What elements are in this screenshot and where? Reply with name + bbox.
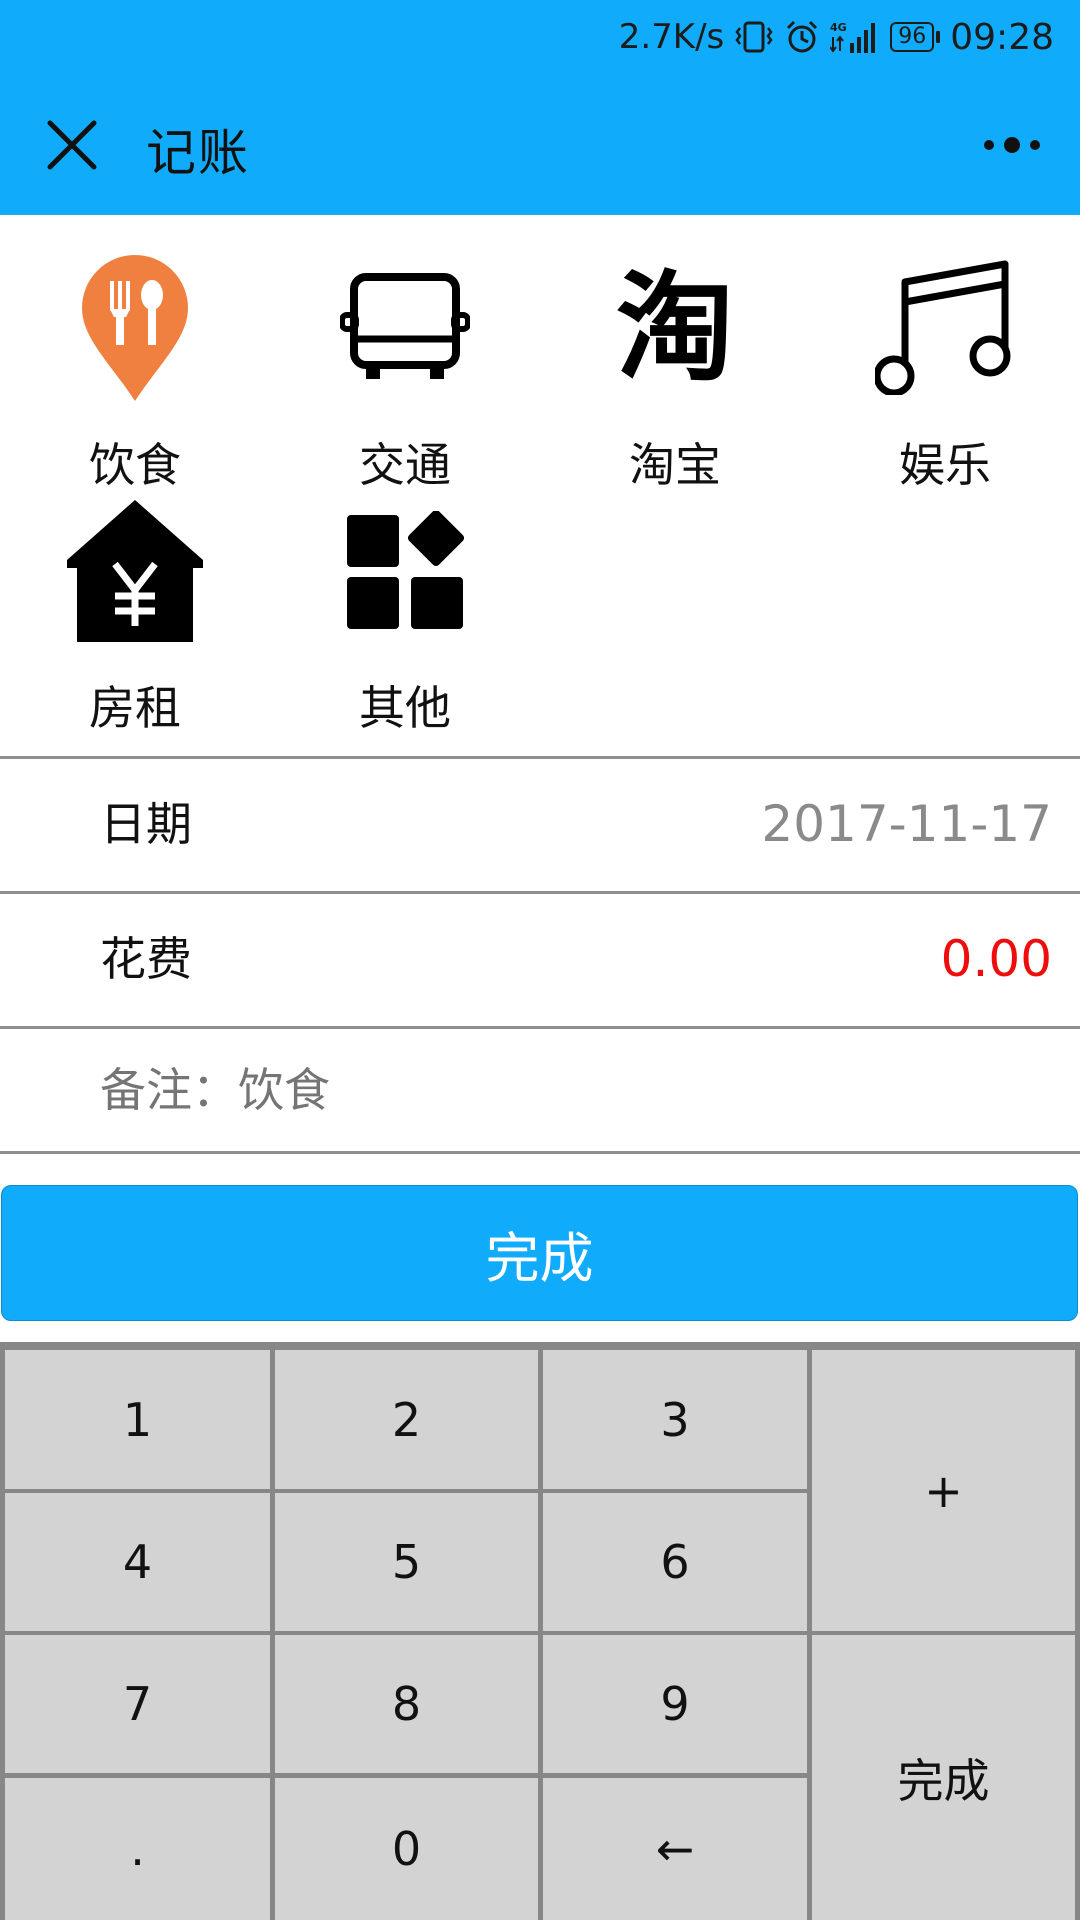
- divider: [0, 891, 1080, 894]
- status-bar: 2.7K/s 4G 96 09:28: [619, 12, 1054, 62]
- key-6[interactable]: 6: [543, 1493, 807, 1631]
- key-3[interactable]: 3: [543, 1350, 807, 1489]
- top-bar: 2.7K/s 4G 96 09:28 记账: [0, 0, 1080, 215]
- key-9[interactable]: 9: [543, 1635, 807, 1773]
- category-rent[interactable]: 房租: [0, 493, 270, 733]
- date-value[interactable]: 2017-11-17: [761, 794, 1052, 854]
- house-yen-icon: [67, 500, 203, 642]
- key-7[interactable]: 7: [5, 1635, 270, 1773]
- done-button[interactable]: 完成: [1, 1185, 1078, 1321]
- category-label: 娱乐: [899, 438, 991, 492]
- category-transport[interactable]: 交通: [270, 250, 540, 490]
- svg-text:4G: 4G: [830, 21, 847, 34]
- category-label: 交通: [359, 438, 451, 492]
- category-grid: 饮食 交通 淘 淘宝 娱乐 房租 其他: [0, 215, 1080, 755]
- net-speed: 2.7K/s: [618, 17, 725, 57]
- page-title: 记账: [146, 124, 250, 182]
- amount-row[interactable]: 花费 0.00: [0, 895, 1080, 1027]
- category-other[interactable]: 其他: [270, 493, 540, 733]
- key-8[interactable]: 8: [275, 1635, 538, 1773]
- amount-value[interactable]: 0.00: [941, 929, 1052, 989]
- alarm-icon: [784, 19, 820, 55]
- food-pin-icon: [82, 254, 188, 401]
- key-2[interactable]: 2: [275, 1350, 538, 1489]
- clock: 09:28: [950, 16, 1054, 58]
- category-entertainment[interactable]: 娱乐: [810, 250, 1080, 490]
- divider: [0, 1151, 1080, 1154]
- key-backspace[interactable]: ←: [543, 1778, 807, 1920]
- key-5[interactable]: 5: [275, 1493, 538, 1631]
- date-label: 日期: [100, 797, 192, 851]
- category-label: 淘宝: [629, 438, 721, 492]
- more-icon[interactable]: [982, 125, 1042, 165]
- key-1[interactable]: 1: [5, 1350, 270, 1489]
- key-0[interactable]: 0: [275, 1778, 538, 1920]
- category-label: 饮食: [89, 438, 181, 492]
- music-note-icon: [875, 260, 1011, 395]
- date-row[interactable]: 日期 2017-11-17: [0, 760, 1080, 892]
- key-done[interactable]: 完成: [812, 1635, 1075, 1920]
- category-label: 房租: [89, 681, 181, 735]
- key-plus[interactable]: +: [812, 1350, 1075, 1631]
- category-food[interactable]: 饮食: [0, 250, 270, 490]
- divider: [0, 1026, 1080, 1029]
- signal-4g-icon: 4G: [830, 19, 880, 55]
- close-icon[interactable]: [46, 119, 98, 171]
- battery-icon: 96: [890, 22, 941, 52]
- number-keypad: 1 2 3 4 5 6 + 7 8 9 . 0 ← 完成: [0, 1342, 1080, 1920]
- key-4[interactable]: 4: [5, 1493, 270, 1631]
- other-grid-icon: [347, 510, 465, 629]
- divider: [0, 756, 1080, 759]
- amount-label: 花费: [100, 932, 192, 986]
- category-label: 其他: [359, 681, 451, 735]
- title-bar: 记账: [0, 95, 1080, 195]
- remark-input[interactable]: [100, 1040, 1000, 1140]
- battery-level: 96: [890, 22, 935, 52]
- key-dot[interactable]: .: [5, 1778, 270, 1920]
- vibrate-icon: [734, 20, 774, 54]
- taobao-icon: 淘: [615, 258, 734, 397]
- bus-icon: [340, 272, 470, 379]
- category-taobao[interactable]: 淘 淘宝: [540, 250, 810, 491]
